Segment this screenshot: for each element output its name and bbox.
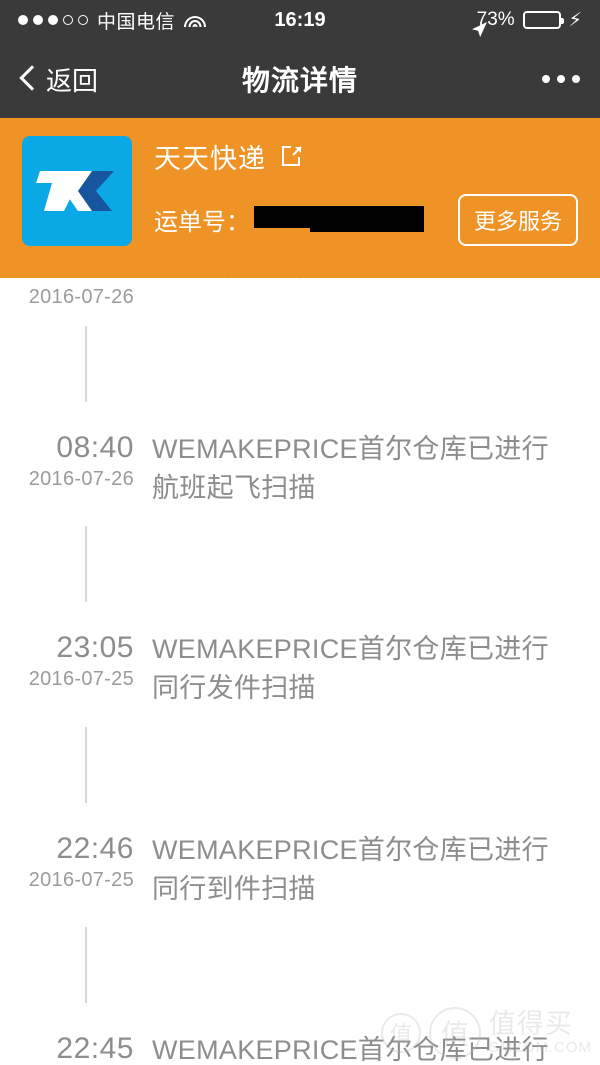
entry-timestamp: 22:46 2016-07-25	[0, 827, 152, 909]
battery-icon	[522, 11, 564, 29]
entry-date: 2016-07-25	[28, 668, 134, 691]
waybill-row: 运单号： 更多服务	[154, 193, 578, 246]
entry-time: 23:05	[56, 631, 134, 665]
entry-description: WEMAKEPRICE首尔仓库已进行 航班起飞扫描	[152, 426, 578, 508]
ellipsis-icon	[557, 75, 565, 83]
timeline-connector	[0, 308, 600, 426]
list-item[interactable]: 22:45 2016-07-25 WEMAKEPRICE首尔仓库已进行 同行收件…	[0, 1027, 600, 1065]
chevron-left-icon	[20, 66, 36, 92]
lightning-bolt-icon: ⚡	[568, 9, 582, 31]
waybill-number-redacted	[254, 205, 424, 234]
entry-timestamp: 08:40 2016-07-26	[0, 426, 152, 508]
entry-description-line1: WEMAKEPRICE首尔仓库已进行	[152, 634, 549, 665]
entry-timestamp: 11:40 2016-07-26	[0, 278, 152, 308]
nav-bar: 返回 物流详情	[0, 40, 600, 118]
entry-date: 2016-07-26	[28, 468, 134, 490]
phone-screen: 中国电信 16:19 73% ⚡ 返回 物流详情 天天快递 运单号： 更多服务 …	[0, 0, 600, 1065]
battery-percent-label: 73%	[476, 9, 515, 30]
signal-strength-icon	[18, 15, 88, 25]
entry-date: 2016-07-25	[28, 868, 134, 891]
tiantian-express-logo	[22, 136, 132, 246]
wifi-icon	[184, 12, 207, 28]
entry-time: 22:46	[56, 831, 134, 865]
entry-description: WEMAKEPRICE首尔仓库已进行 同行发件扫描	[152, 626, 578, 708]
entry-description-line2: 航班落地扫描	[152, 278, 578, 287]
tracking-timeline-list[interactable]: 11:40 2016-07-26 航班落地扫描 08:40 2016-07-26…	[0, 278, 600, 1065]
entry-description-line2: 航班起飞扫描	[152, 473, 316, 504]
entry-description-line2: 同行发件扫描	[152, 673, 316, 704]
carrier-label: 中国电信	[97, 11, 176, 33]
courier-name-label: 天天快递	[154, 143, 266, 174]
timeline-connector	[0, 508, 600, 626]
waybill-label: 运单号：	[154, 209, 250, 236]
entry-description-line1: WEMAKEPRICE首尔仓库已进行	[152, 434, 549, 464]
entry-description: 航班落地扫描	[152, 278, 578, 308]
list-item[interactable]: 22:46 2016-07-25 WEMAKEPRICE首尔仓库已进行 同行到件…	[0, 827, 600, 909]
list-item[interactable]: 11:40 2016-07-26 航班落地扫描	[0, 278, 600, 308]
courier-info: 天天快递 运单号： 更多服务	[154, 136, 578, 246]
list-item[interactable]: 23:05 2016-07-25 WEMAKEPRICE首尔仓库已进行 同行发件…	[0, 626, 600, 708]
more-menu-button[interactable]	[542, 75, 580, 83]
entry-description: WEMAKEPRICE首尔仓库已进行 同行收件扫描	[152, 1027, 578, 1065]
entry-timestamp: 23:05 2016-07-25	[0, 626, 152, 708]
timeline-connector	[0, 909, 600, 1027]
entry-description-line1: WEMAKEPRICE首尔仓库已进行	[152, 1034, 549, 1065]
entry-time: 22:45	[56, 1031, 134, 1065]
entry-date: 2016-07-26	[28, 286, 134, 308]
courier-name-row: 天天快递	[154, 137, 578, 176]
status-bar-right: 73% ⚡	[469, 9, 582, 37]
back-button[interactable]: 返回	[20, 61, 98, 98]
more-service-button[interactable]: 更多服务	[457, 193, 578, 246]
entry-description-line2: 同行到件扫描	[152, 873, 316, 904]
status-bar-left: 中国电信	[18, 7, 207, 34]
status-bar: 中国电信 16:19 73% ⚡	[0, 0, 600, 40]
edit-pencil-icon[interactable]	[280, 144, 304, 168]
ellipsis-icon	[542, 75, 550, 83]
list-item[interactable]: 08:40 2016-07-26 WEMAKEPRICE首尔仓库已进行 航班起飞…	[0, 426, 600, 508]
entry-description-line1: WEMAKEPRICE首尔仓库已进行	[152, 834, 549, 865]
timeline-connector	[0, 709, 600, 827]
entry-time: 08:40	[56, 431, 134, 464]
entry-description: WEMAKEPRICE首尔仓库已进行 同行到件扫描	[152, 827, 578, 909]
entry-timestamp: 22:45 2016-07-25	[0, 1027, 152, 1065]
courier-header: 天天快递 运单号： 更多服务	[0, 118, 600, 278]
back-button-label: 返回	[46, 65, 99, 96]
ellipsis-icon	[572, 75, 580, 83]
